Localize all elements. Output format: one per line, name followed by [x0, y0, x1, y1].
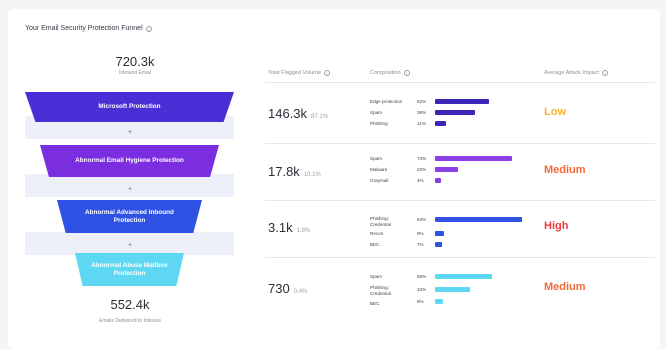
composition-pct: 22% — [417, 167, 427, 172]
composition-label: Phishing: Credential — [370, 216, 391, 227]
composition-bar — [435, 178, 441, 183]
column-header-composition-label: Composition — [370, 70, 401, 76]
composition-pct: 38% — [417, 110, 427, 115]
composition-bar — [435, 99, 490, 104]
composition-pct: 55% — [417, 274, 427, 279]
composition-label: Spam — [370, 110, 383, 115]
composition-bar — [435, 167, 458, 172]
flagged-volume: 730 0.4% — [268, 281, 307, 296]
flagged-volume-pct: 1.8% — [296, 228, 311, 234]
composition-bar — [435, 287, 471, 292]
impact-badge: Medium — [544, 281, 586, 293]
composition-bar — [435, 242, 443, 247]
row-divider — [265, 82, 655, 83]
composition-bar — [435, 231, 445, 236]
funnel-stage-label: Abnormal Advanced Inbound Protection — [85, 209, 174, 224]
funnel-stage-label: Microsoft Protection — [98, 103, 161, 111]
column-header-composition: Composition i — [370, 70, 410, 76]
composition-label: Phishing: Credential — [370, 285, 391, 296]
flagged-volume-pct: 10.1% — [303, 172, 321, 178]
inbound-email-value: 720.3k — [115, 54, 155, 69]
funnel-stage-label: Abnormal Abuse Mailbox Protection — [91, 262, 168, 277]
funnel-plus-sign: + — [127, 129, 133, 136]
composition-pct: 84% — [417, 217, 427, 222]
composition-label: Malware — [370, 167, 388, 172]
impact-badge: Low — [544, 106, 566, 118]
inbound-email-label: Inbound Email — [119, 70, 151, 76]
row-divider — [265, 200, 655, 201]
funnel-plus-sign: + — [127, 186, 133, 193]
row-divider — [265, 257, 655, 258]
composition-pct: 8% — [417, 299, 424, 304]
composition-pct: 74% — [417, 156, 427, 161]
column-header-impact-label: Average Attack Impact — [544, 70, 599, 76]
composition-bar — [435, 110, 475, 115]
composition-bar — [435, 121, 447, 126]
composition-pct: 7% — [417, 242, 424, 247]
flagged-volume: 3.1k 1.8% — [268, 220, 310, 235]
impact-badge: Medium — [544, 164, 586, 176]
composition-bar — [435, 217, 523, 222]
composition-pct: 34% — [417, 287, 427, 292]
composition-label: BEC — [370, 242, 380, 247]
column-header-impact: Average Attack Impact i — [544, 70, 608, 76]
composition-bar — [435, 156, 512, 161]
funnel-stage-advanced-inbound[interactable]: Abnormal Advanced Inbound Protection — [57, 200, 202, 233]
composition-label: Edge protection — [370, 99, 403, 104]
flagged-volume: 17.8k 10.1% — [268, 164, 321, 179]
composition-bar — [435, 274, 493, 279]
composition-label: Spam — [370, 274, 383, 279]
row-divider — [265, 143, 655, 144]
flagged-volume: 146.3k 87.1% — [268, 106, 328, 121]
flagged-volume-value: 17.8k — [268, 164, 300, 179]
card-title: Your Email Security Protection Funnel i — [25, 25, 152, 32]
flagged-volume-pct: 0.4% — [293, 289, 308, 295]
delivered-value: 552.4k — [110, 297, 150, 312]
funnel-plus-sign: + — [127, 242, 133, 249]
composition-label: BEC — [370, 301, 380, 306]
composition-label: Phishing — [370, 121, 388, 126]
funnel-stage-label: Abnormal Email Hygiene Protection — [75, 157, 184, 165]
impact-badge: High — [544, 220, 569, 232]
composition-pct: 9% — [417, 231, 424, 236]
funnel-stage-microsoft[interactable]: Microsoft Protection — [25, 92, 234, 122]
info-icon[interactable]: i — [323, 70, 330, 76]
composition-label: Recon — [370, 231, 384, 236]
column-header-volume-label: Total Flagged Volume — [268, 70, 321, 76]
funnel-stage-abuse-mailbox[interactable]: Abnormal Abuse Mailbox Protection — [75, 253, 184, 286]
info-icon[interactable]: i — [403, 70, 410, 76]
flagged-volume-value: 146.3k — [268, 106, 308, 121]
funnel-stage-email-hygiene[interactable]: Abnormal Email Hygiene Protection — [40, 145, 219, 177]
composition-pct: 11% — [417, 121, 426, 126]
composition-bar — [435, 299, 444, 304]
flagged-volume-pct: 87.1% — [311, 114, 329, 120]
composition-label: Graymail — [370, 178, 389, 183]
info-icon[interactable]: i — [601, 70, 608, 76]
card-title-text: Your Email Security Protection Funnel — [25, 25, 143, 32]
column-header-volume: Total Flagged Volume i — [268, 70, 330, 76]
flagged-volume-value: 730 — [268, 281, 290, 296]
flagged-volume-value: 3.1k — [268, 220, 293, 235]
delivered-label: Emails Delivered to Inboxes — [99, 318, 161, 324]
composition-label: Spam — [370, 156, 383, 161]
info-icon[interactable]: i — [145, 25, 152, 32]
composition-pct: 4% — [417, 178, 424, 183]
composition-pct: 52% — [417, 99, 427, 104]
